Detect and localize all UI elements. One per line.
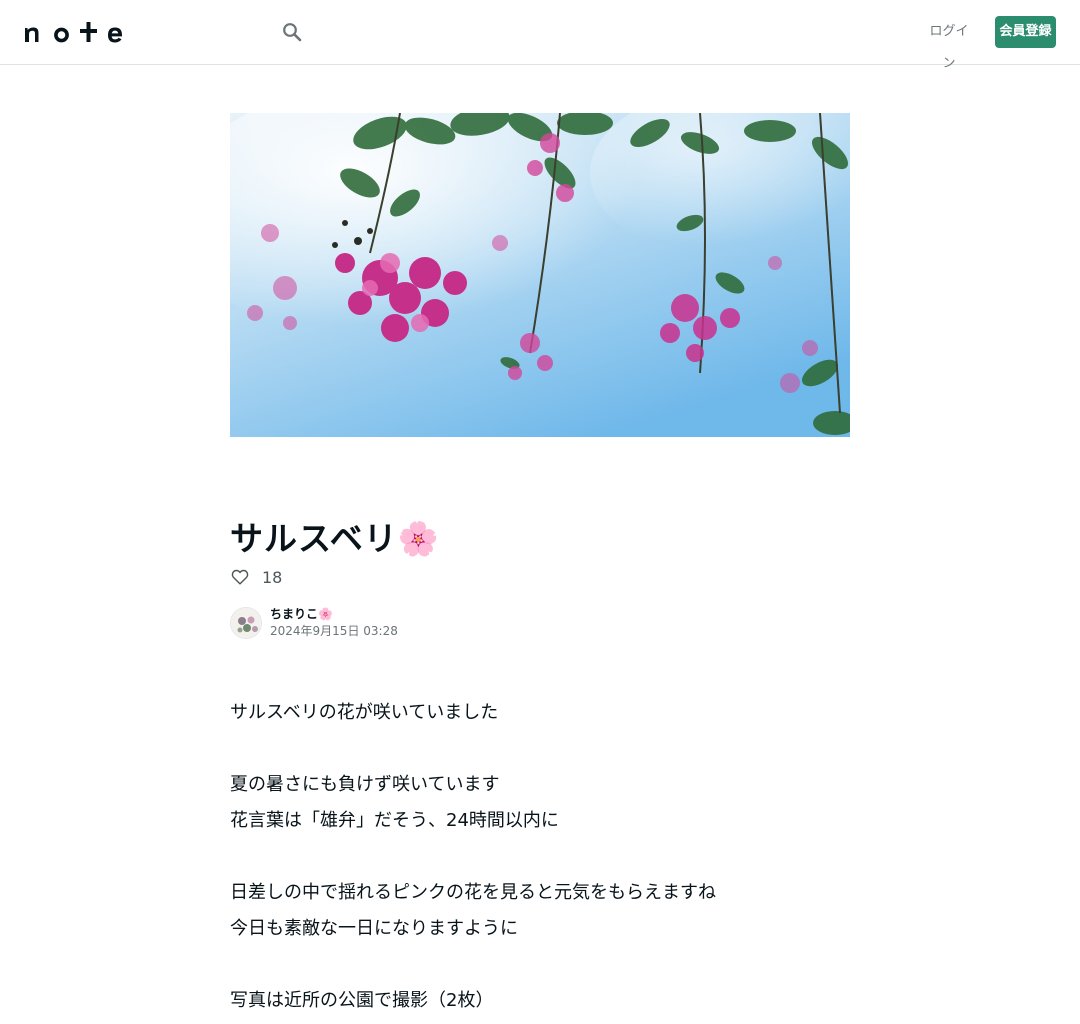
login-link[interactable]: ログイン (924, 16, 974, 71)
hero-image (230, 113, 850, 437)
author-name[interactable]: ちまりこ🌸 (270, 606, 398, 623)
body-line: サルスベリの花が咲いていました (230, 702, 499, 723)
body-line: 花言葉は「雄弁」だそう、24時間以内に (230, 810, 559, 831)
post-date: 2024年9月15日 03:28 (270, 624, 398, 638)
search-icon[interactable] (280, 20, 304, 44)
author-info: ちまりこ🌸 2024年9月15日 03:28 (230, 606, 398, 640)
like-row: 18 (230, 566, 282, 588)
site-header: ログイン 会員登録 (0, 0, 1080, 71)
heart-icon[interactable] (230, 567, 250, 587)
note-logo[interactable] (24, 20, 124, 44)
article-body: サルスベリの花が咲いていました 夏の暑さにも負けず咲いています 花言葉は「雄弁」… (230, 698, 850, 1022)
author-avatar[interactable] (230, 607, 262, 639)
article-title: サルスベリ🌸 (230, 519, 440, 558)
body-line: 日差しの中で揺れるピンクの花を見ると元気をもらえますね (230, 882, 716, 903)
like-count: 18 (262, 567, 283, 587)
body-line: 夏の暑さにも負けず咲いています (230, 774, 500, 795)
body-line: 今日も素敵な一日になりますように (230, 918, 518, 939)
author-meta: ちまりこ🌸 2024年9月15日 03:28 (270, 606, 398, 640)
signup-button[interactable]: 会員登録 (995, 16, 1056, 48)
body-line: 写真は近所の公園で撮影（2枚） (230, 990, 494, 1011)
